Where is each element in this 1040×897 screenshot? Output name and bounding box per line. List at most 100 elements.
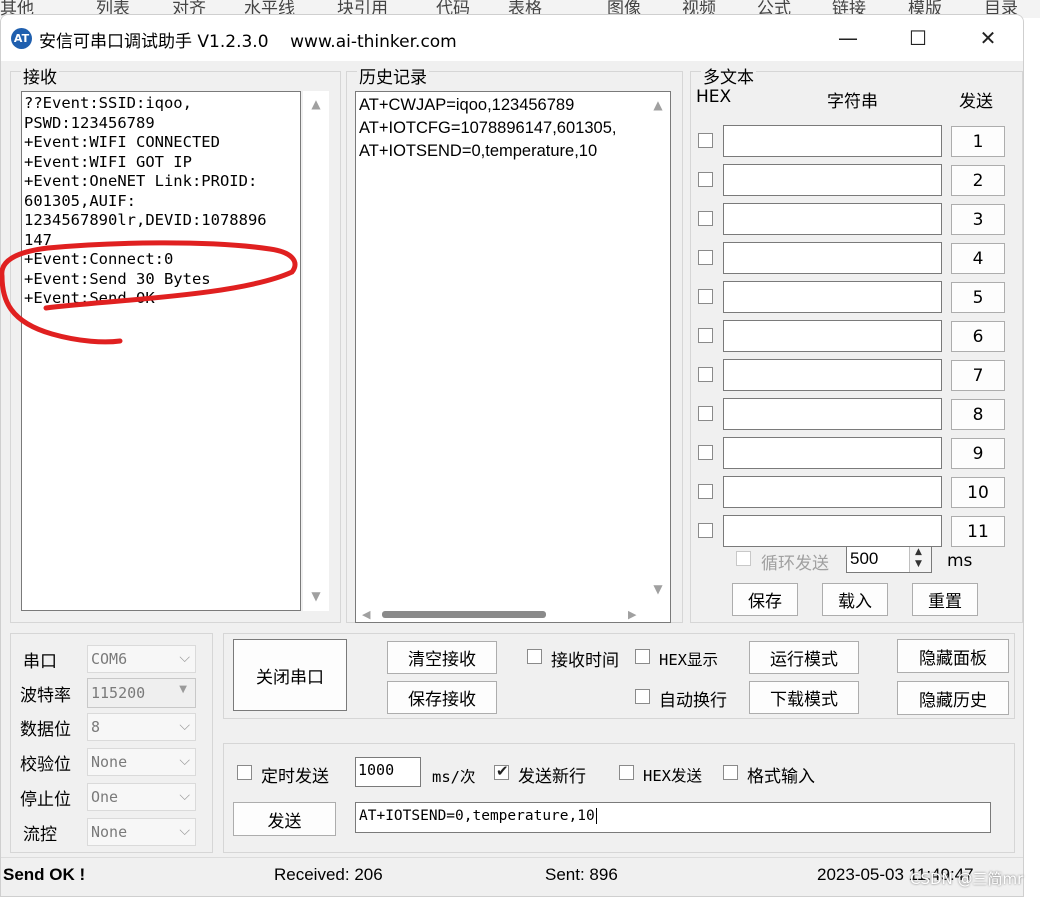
receive-time-checkbox[interactable] bbox=[527, 649, 542, 664]
parity-select[interactable]: None ⌵ bbox=[87, 748, 196, 776]
multitext-send-button[interactable]: 1 bbox=[951, 126, 1005, 157]
csdn-watermark: CSDN @三简mr bbox=[910, 870, 1024, 888]
scroll-right-icon[interactable]: ▶ bbox=[628, 608, 636, 621]
multitext-hex-checkbox[interactable] bbox=[698, 250, 713, 265]
multitext-string-input[interactable] bbox=[723, 320, 942, 352]
multitext-hex-checkbox[interactable] bbox=[698, 172, 713, 187]
history-item[interactable]: AT+IOTSEND=0,temperature,10 bbox=[359, 140, 616, 163]
multitext-send-button[interactable]: 3 bbox=[951, 204, 1005, 235]
send-group bbox=[223, 743, 1015, 853]
history-item[interactable]: AT+IOTCFG=1078896147,601305, bbox=[359, 117, 616, 140]
run-mode-button[interactable]: 运行模式 bbox=[749, 641, 859, 674]
history-vscrollbar[interactable]: ▲ ▼ bbox=[646, 92, 670, 602]
flow-select[interactable]: None ⌵ bbox=[87, 818, 196, 846]
hide-panel-button[interactable]: 隐藏面板 bbox=[897, 639, 1009, 673]
multitext-hex-checkbox[interactable] bbox=[698, 367, 713, 382]
baud-select[interactable]: 115200 ▼ bbox=[87, 678, 196, 708]
receive-line: +Event:OneNET Link:PROID: bbox=[24, 172, 258, 190]
port-select[interactable]: COM6 ⌵ bbox=[87, 645, 196, 673]
multitext-hex-checkbox[interactable] bbox=[698, 523, 713, 538]
multitext-send-button[interactable]: 6 bbox=[951, 321, 1005, 352]
databits-select[interactable]: 8 ⌵ bbox=[87, 713, 196, 741]
window-title: 安信可串口调试助手 V1.2.3.0 www.ai-thinker.com bbox=[39, 27, 457, 52]
multitext-hex-checkbox[interactable] bbox=[698, 484, 713, 499]
receive-line: PSWD:123456789 bbox=[24, 113, 155, 132]
history-hscroll-thumb[interactable] bbox=[382, 611, 546, 618]
multitext-send-button[interactable]: 11 bbox=[951, 516, 1005, 547]
chevron-down-icon: ⌵ bbox=[179, 718, 190, 734]
multitext-string-input[interactable] bbox=[723, 437, 942, 469]
stopbits-label: 停止位 bbox=[20, 790, 71, 810]
receive-textarea[interactable]: ??Event:SSID:iqoo, PSWD:123456789 +Event:W… bbox=[21, 91, 301, 611]
save-receive-button[interactable]: 保存接收 bbox=[387, 681, 497, 714]
download-mode-button[interactable]: 下载模式 bbox=[749, 681, 859, 714]
chevron-down-icon: ⌵ bbox=[179, 823, 190, 839]
scroll-left-icon[interactable]: ◀ bbox=[362, 608, 370, 621]
send-newline-checkbox[interactable] bbox=[494, 762, 509, 780]
spin-buttons[interactable]: ▲ ▼ bbox=[909, 547, 931, 572]
format-input-checkbox[interactable] bbox=[723, 765, 738, 780]
multitext-send-button[interactable]: 10 bbox=[951, 477, 1005, 508]
multitext-save-button[interactable]: 保存 bbox=[732, 583, 798, 616]
multitext-string-input[interactable] bbox=[723, 242, 942, 274]
multitext-string-input[interactable] bbox=[723, 398, 942, 430]
multitext-string-input[interactable] bbox=[723, 476, 942, 508]
multitext-string-input[interactable] bbox=[723, 359, 942, 391]
receive-line: +Event:Send OK bbox=[24, 289, 155, 307]
receive-scrollbar[interactable]: ▲ ▼ bbox=[303, 91, 329, 611]
hex-display-checkbox[interactable] bbox=[635, 649, 650, 664]
hex-send-checkbox[interactable] bbox=[619, 765, 634, 780]
multitext-hex-checkbox[interactable] bbox=[698, 445, 713, 460]
multitext-hex-checkbox[interactable] bbox=[698, 328, 713, 343]
close-port-button[interactable]: 关闭串口 bbox=[233, 639, 347, 711]
multitext-send-button[interactable]: 7 bbox=[951, 360, 1005, 391]
multitext-string-input[interactable] bbox=[723, 515, 942, 547]
multitext-string-input[interactable] bbox=[723, 125, 942, 157]
scroll-up-icon[interactable]: ▲ bbox=[303, 97, 329, 111]
send-button[interactable]: 发送 bbox=[233, 802, 336, 836]
multitext-reset-button[interactable]: 重置 bbox=[912, 583, 978, 616]
title-bar[interactable]: AT 安信可串口调试助手 V1.2.3.0 www.ai-thinker.com… bbox=[1, 15, 1023, 61]
spin-down-icon[interactable]: ▼ bbox=[915, 559, 922, 569]
multitext-string-input[interactable] bbox=[723, 281, 942, 313]
scroll-down-icon[interactable]: ▼ bbox=[303, 589, 329, 603]
history-list[interactable]: AT+CWJAP=iqoo,123456789 AT+IOTCFG=1078896… bbox=[355, 91, 671, 623]
multitext-hex-checkbox[interactable] bbox=[698, 289, 713, 304]
spin-up-icon[interactable]: ▲ bbox=[915, 547, 922, 557]
multitext-send-button[interactable]: 2 bbox=[951, 165, 1005, 196]
multitext-send-header: 发送 bbox=[959, 92, 993, 112]
loop-send-checkbox[interactable] bbox=[736, 551, 751, 566]
sent-count: Sent: 896 bbox=[545, 865, 618, 884]
multitext-string-input[interactable] bbox=[723, 203, 942, 235]
multitext-load-button[interactable]: 载入 bbox=[822, 583, 888, 616]
hex-display-label: HEX显示 bbox=[659, 651, 718, 669]
minimize-button[interactable]: — bbox=[813, 15, 883, 61]
stopbits-select[interactable]: One ⌵ bbox=[87, 783, 196, 811]
clear-receive-button[interactable]: 清空接收 bbox=[387, 641, 497, 674]
receive-line: +Event:Connect:0 bbox=[24, 250, 174, 268]
history-item[interactable]: AT+CWJAP=iqoo,123456789 bbox=[359, 94, 616, 117]
multitext-send-button[interactable]: 8 bbox=[951, 399, 1005, 430]
multitext-send-button[interactable]: 4 bbox=[951, 243, 1005, 274]
multitext-hex-checkbox[interactable] bbox=[698, 406, 713, 421]
send-newline-label: 发送新行 bbox=[518, 767, 586, 787]
scroll-up-icon[interactable]: ▲ bbox=[646, 98, 670, 112]
scroll-down-icon[interactable]: ▼ bbox=[646, 582, 670, 596]
timed-send-label: 定时发送 bbox=[261, 767, 329, 787]
timed-send-checkbox[interactable] bbox=[237, 765, 252, 780]
maximize-button[interactable]: ☐ bbox=[883, 15, 953, 61]
multitext-send-button[interactable]: 9 bbox=[951, 438, 1005, 469]
multitext-hex-checkbox[interactable] bbox=[698, 133, 713, 148]
loop-interval-spinbox[interactable]: 500 ▲ ▼ bbox=[846, 546, 932, 573]
close-window-button[interactable]: ✕ bbox=[953, 15, 1023, 61]
multitext-hex-checkbox[interactable] bbox=[698, 211, 713, 226]
send-input[interactable]: AT+IOTSEND=0,temperature,10 bbox=[355, 802, 991, 833]
multitext-string-input[interactable] bbox=[723, 164, 942, 196]
history-hscrollbar[interactable]: ◀ ▶ bbox=[356, 606, 646, 622]
receive-line: ??Event:SSID:iqoo, bbox=[24, 94, 192, 112]
multitext-send-button[interactable]: 5 bbox=[951, 282, 1005, 313]
hide-history-button[interactable]: 隐藏历史 bbox=[897, 681, 1009, 715]
flow-label: 流控 bbox=[23, 825, 57, 845]
auto-wrap-checkbox[interactable] bbox=[635, 689, 650, 704]
timed-interval-input[interactable]: 1000 bbox=[355, 757, 421, 787]
